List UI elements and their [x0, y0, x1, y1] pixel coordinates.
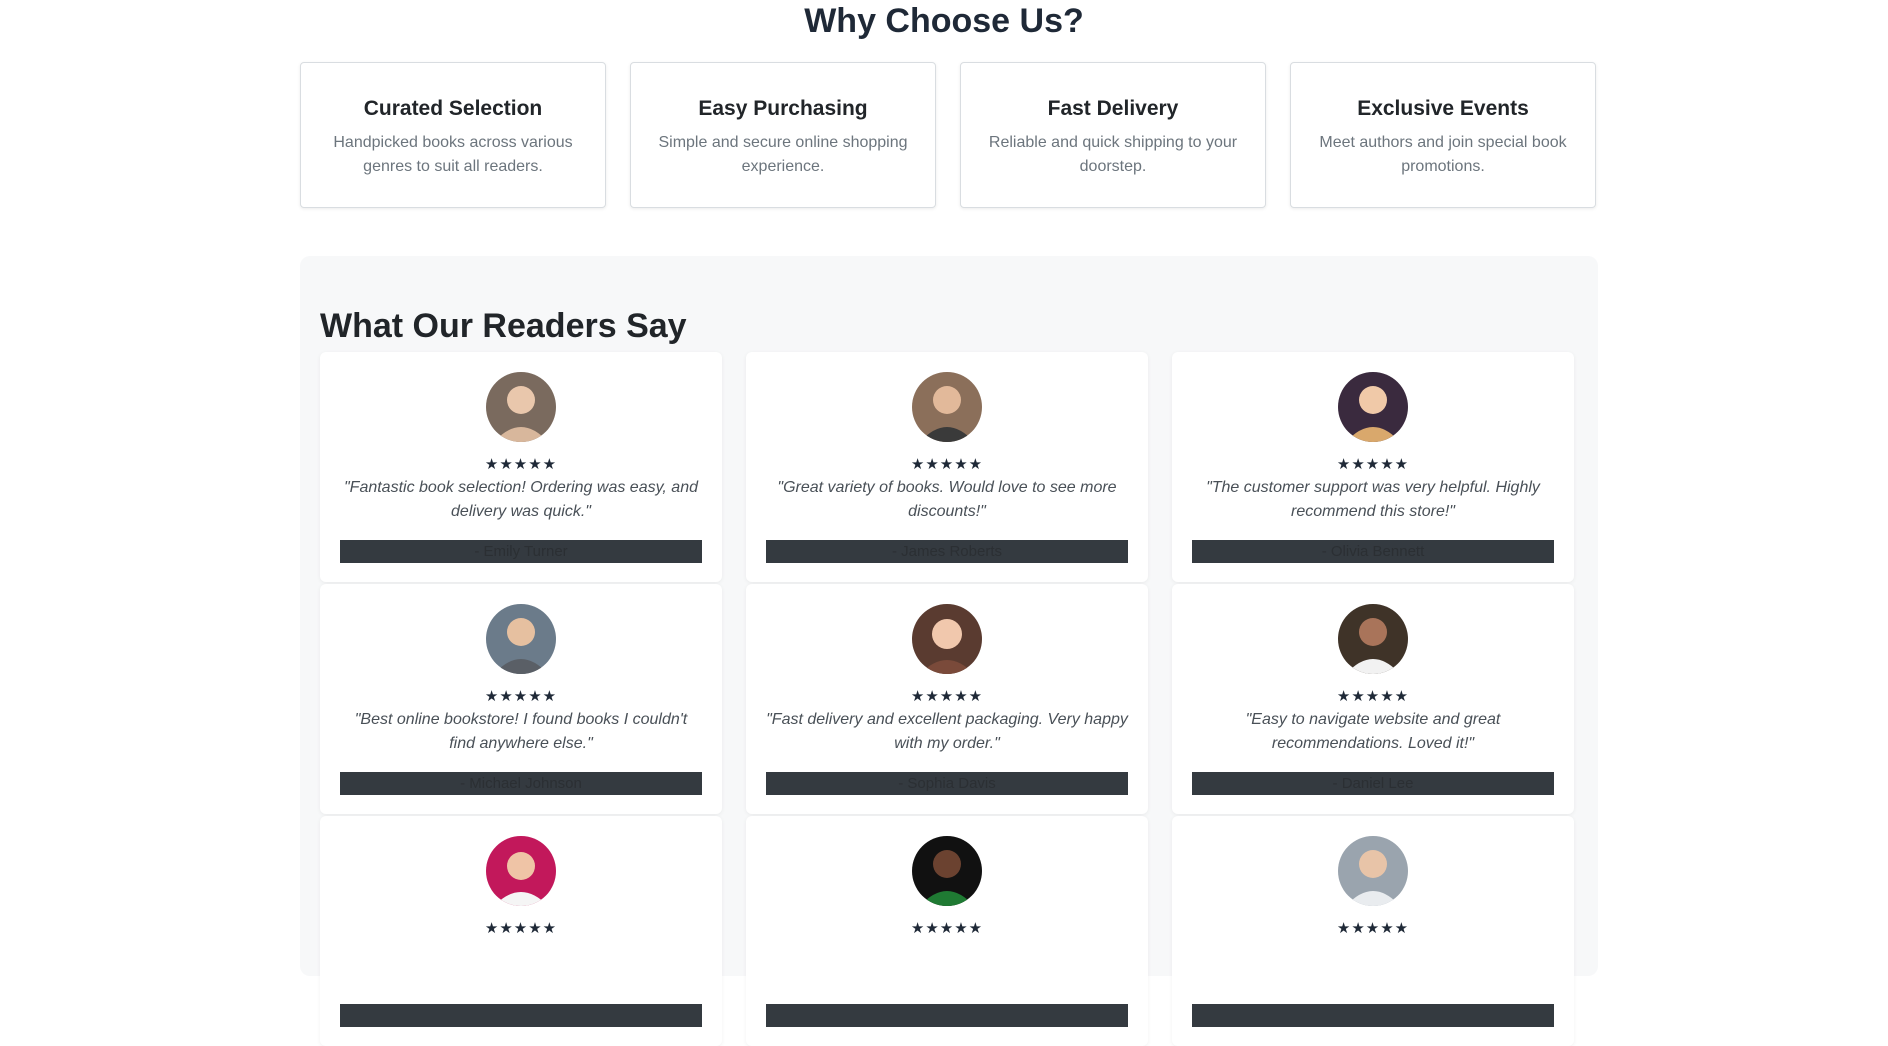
testimonial-author [1192, 1004, 1554, 1027]
testimonial-card: ★★★★★ [1172, 816, 1574, 1046]
star-rating: ★★★★★ [484, 919, 558, 937]
testimonial-quote: "Fast delivery and excellent packaging. … [766, 711, 1128, 752]
feature-description: Handpicked books across various genres t… [333, 134, 573, 175]
avatar-photo-icon [1338, 836, 1408, 906]
star-rating: ★★★★★ [910, 455, 984, 473]
testimonial-quote: "Great variety of books. Would love to s… [777, 479, 1117, 520]
feature-description: Simple and secure online shopping experi… [658, 134, 908, 175]
feature-title: Exclusive Events [1357, 97, 1529, 120]
testimonial-author: - Emily Turner [340, 540, 702, 563]
testimonial-card: ★★★★★ "Fast delivery and excellent packa… [746, 584, 1148, 814]
star-rating: ★★★★★ [1336, 687, 1410, 705]
testimonial-author: - Sophia Davis [766, 772, 1128, 795]
feature-title: Easy Purchasing [698, 97, 868, 120]
feature-description: Reliable and quick shipping to your door… [988, 134, 1238, 175]
avatar-photo-icon [912, 836, 982, 906]
feature-card-curated-selection: Curated Selection Handpicked books acros… [300, 62, 606, 208]
avatar-photo-icon [1338, 604, 1408, 674]
star-rating: ★★★★★ [1336, 455, 1410, 473]
avatar-photo-icon [912, 604, 982, 674]
avatar [1338, 604, 1408, 674]
avatar-photo-icon [912, 372, 982, 442]
testimonial-card: ★★★★★ "The customer support was very hel… [1172, 352, 1574, 582]
star-rating: ★★★★★ [484, 455, 558, 473]
testimonial-card: ★★★★★ "Best online bookstore! I found bo… [320, 584, 722, 814]
avatar-photo-icon [1338, 372, 1408, 442]
feature-card-easy-purchasing: Easy Purchasing Simple and secure online… [630, 62, 936, 208]
avatar-photo-icon [486, 604, 556, 674]
star-rating: ★★★★★ [910, 687, 984, 705]
why-choose-us-heading: Why Choose Us? [804, 2, 1084, 40]
avatar [486, 372, 556, 442]
testimonial-card: ★★★★★ "Great variety of books. Would lov… [746, 352, 1148, 582]
testimonial-author [340, 1004, 702, 1027]
avatar [912, 372, 982, 442]
page: Why Choose Us? Curated Selection Handpic… [0, 0, 1888, 1046]
testimonial-card: ★★★★★ [746, 816, 1148, 1046]
testimonial-card: ★★★★★ "Fantastic book selection! Orderin… [320, 352, 722, 582]
star-rating: ★★★★★ [910, 919, 984, 937]
testimonials-grid: ★★★★★ "Fantastic book selection! Orderin… [320, 352, 1574, 1046]
feature-title: Curated Selection [363, 97, 543, 120]
avatar-photo-icon [486, 836, 556, 906]
testimonial-author [766, 1004, 1128, 1027]
avatar [1338, 836, 1408, 906]
testimonial-quote: "Easy to navigate website and great reco… [1245, 711, 1501, 752]
testimonial-card: ★★★★★ "Easy to navigate website and grea… [1172, 584, 1574, 814]
feature-title: Fast Delivery [1047, 97, 1179, 120]
testimonials-heading: What Our Readers Say [320, 307, 687, 345]
feature-description: Meet authors and join special book promo… [1319, 134, 1567, 175]
star-rating: ★★★★★ [1336, 919, 1410, 937]
testimonial-author: - Daniel Lee [1192, 772, 1554, 795]
testimonial-author: - Olivia Bennett [1192, 540, 1554, 563]
testimonials-section: What Our Readers Say ★★★★★ "Fantastic bo… [300, 256, 1598, 1046]
avatar-photo-icon [486, 372, 556, 442]
avatar [486, 604, 556, 674]
testimonial-quote: "The customer support was very helpful. … [1206, 479, 1540, 520]
testimonial-author: - James Roberts [766, 540, 1128, 563]
star-rating: ★★★★★ [484, 687, 558, 705]
avatar [912, 604, 982, 674]
avatar [912, 836, 982, 906]
features-row: Curated Selection Handpicked books acros… [300, 62, 1596, 208]
avatar [1338, 372, 1408, 442]
testimonial-card: ★★★★★ [320, 816, 722, 1046]
testimonial-quote: "Best online bookstore! I found books I … [354, 711, 688, 752]
avatar [486, 836, 556, 906]
feature-card-fast-delivery: Fast Delivery Reliable and quick shippin… [960, 62, 1266, 208]
testimonial-quote: "Fantastic book selection! Ordering was … [343, 479, 698, 520]
feature-card-exclusive-events: Exclusive Events Meet authors and join s… [1290, 62, 1596, 208]
testimonial-author: - Michael Johnson [340, 772, 702, 795]
